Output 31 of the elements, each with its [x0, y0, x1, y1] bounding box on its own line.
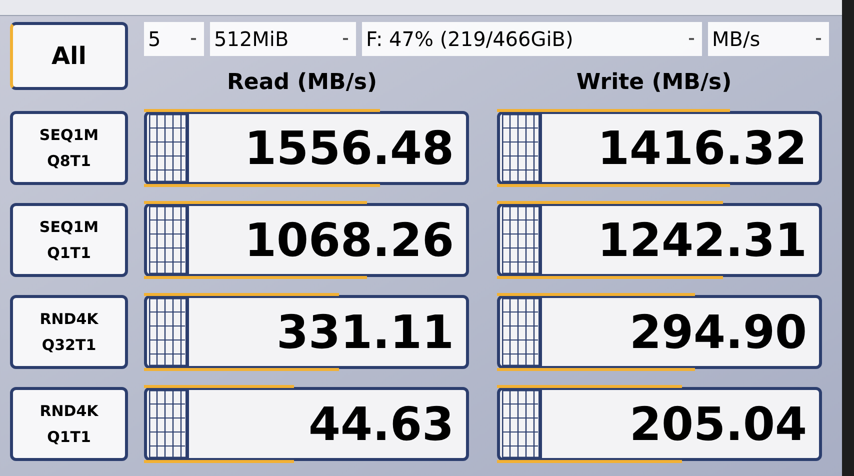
test-button[interactable]: SEQ1M Q8T1: [10, 111, 128, 185]
dropdown[interactable]: 5: [144, 22, 204, 56]
result-value: 1556.48: [244, 125, 454, 171]
dropdown[interactable]: F: 47% (219/466GiB): [362, 22, 702, 56]
test-button[interactable]: RND4K Q32T1: [10, 295, 128, 369]
caret-icon: [343, 38, 348, 40]
result-value: 1068.26: [244, 217, 454, 263]
column-header: Write (MB/s): [575, 69, 733, 97]
lattice-icon: [149, 298, 189, 366]
caret-icon: [689, 38, 694, 40]
result-value: 294.90: [629, 309, 807, 355]
caret-icon: [816, 38, 821, 40]
lattice-icon: [149, 114, 189, 182]
lattice-icon: [149, 206, 189, 274]
test-button[interactable]: RND4K Q1T1: [10, 387, 128, 461]
caret-icon: [191, 38, 196, 40]
result-value: 1416.32: [597, 125, 807, 171]
test-button[interactable]: SEQ1M Q1T1: [10, 203, 128, 277]
dropdown[interactable]: 512MiB: [210, 22, 356, 56]
result-value: 1242.31: [597, 217, 807, 263]
lattice-icon: [502, 298, 542, 366]
lattice-icon: [149, 390, 189, 458]
column-header: Read (MB/s): [226, 69, 378, 97]
result-value: 44.63: [308, 401, 454, 447]
result-value: 205.04: [629, 401, 807, 447]
dropdown[interactable]: MB/s: [708, 22, 829, 56]
lattice-icon: [502, 114, 542, 182]
result-value: 331.11: [276, 309, 454, 355]
lattice-icon: [502, 206, 542, 274]
lattice-icon: [502, 390, 542, 458]
all-button[interactable]: All: [10, 22, 128, 90]
